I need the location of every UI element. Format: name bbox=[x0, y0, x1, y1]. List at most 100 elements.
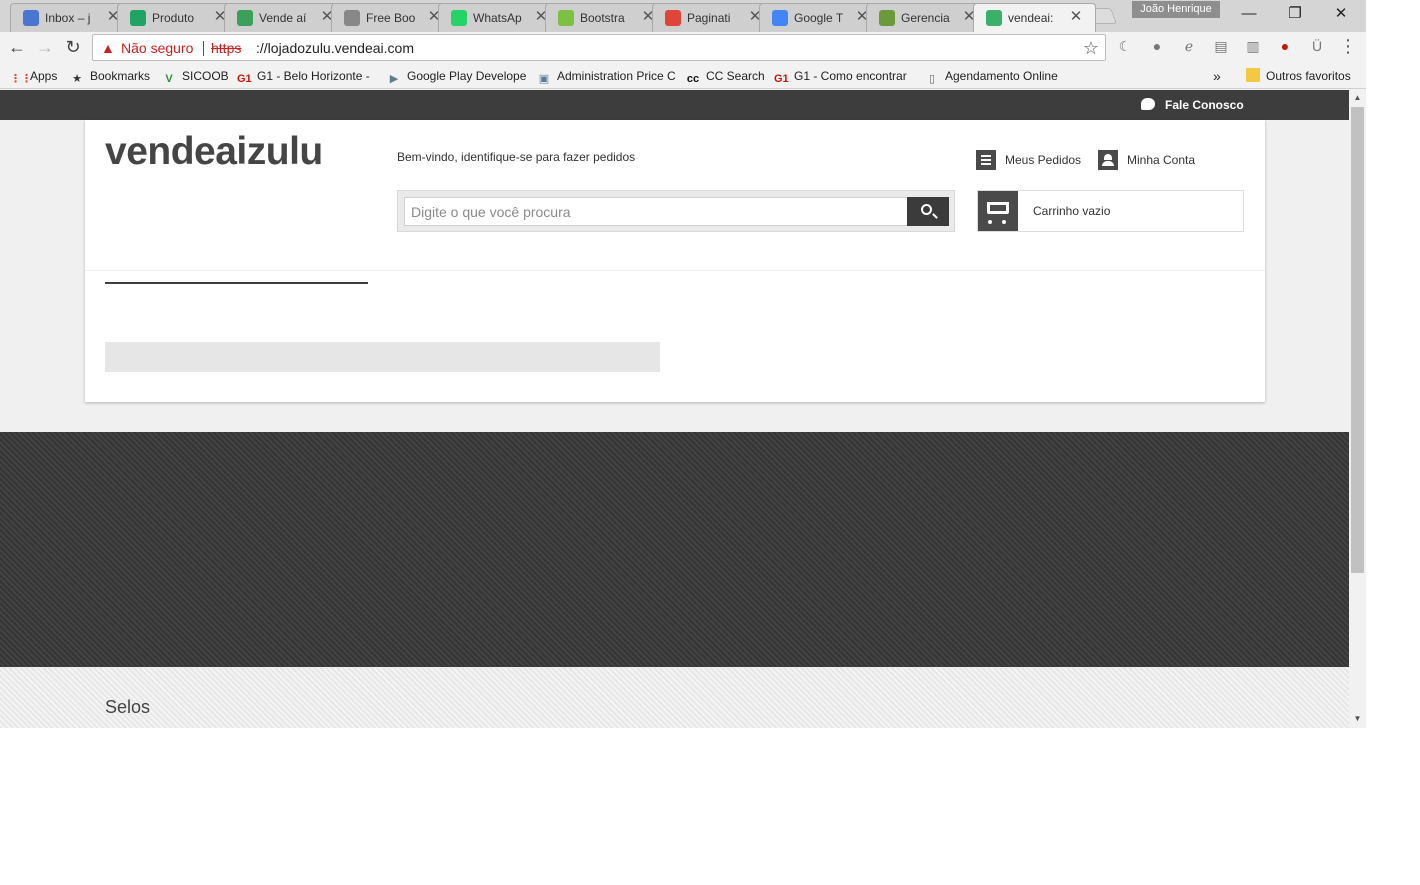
bookmarks-overflow-button[interactable]: » bbox=[1213, 67, 1221, 85]
g1-icon: G1 bbox=[237, 73, 252, 85]
browser-tab[interactable]: WhatsAp ✕ bbox=[438, 3, 561, 32]
bookmark-star-icon[interactable]: ☆ bbox=[1083, 38, 1099, 58]
tab-close-icon[interactable]: ✕ bbox=[1069, 9, 1083, 25]
g1-icon: G1 bbox=[774, 73, 789, 85]
address-bar[interactable]: ▲ Não seguro https ://lojadozulu.vendeai… bbox=[92, 34, 1106, 61]
apps-icon: ⋮⋮ bbox=[10, 73, 32, 85]
contact-link-label: Fale Conosco bbox=[1165, 98, 1244, 112]
browser-tab[interactable]: Paginati ✕ bbox=[652, 3, 775, 32]
folder-icon bbox=[1246, 68, 1260, 82]
bookmark-item[interactable]: ★ Bookmarks bbox=[70, 67, 154, 85]
bookmark-item[interactable]: ▣ Administration Price C bbox=[537, 67, 677, 85]
page-icon bbox=[344, 10, 360, 26]
browser-tab[interactable]: Google T ✕ bbox=[759, 3, 882, 32]
restore-button[interactable]: ❐ bbox=[1272, 2, 1318, 26]
translate-icon bbox=[772, 10, 788, 26]
clip-icon[interactable]: ▤ bbox=[1212, 37, 1230, 55]
browser-tab[interactable]: Produto ✕ bbox=[117, 3, 240, 32]
profile-button[interactable]: João Henrique bbox=[1132, 1, 1220, 18]
browser-tab[interactable]: Vende aí ✕ bbox=[224, 3, 347, 32]
laravel-icon bbox=[665, 10, 681, 26]
tab-title: Gerencia bbox=[901, 11, 950, 25]
forward-button[interactable]: → bbox=[34, 36, 56, 58]
page-icon: ▯ bbox=[928, 73, 936, 85]
umlaut-icon[interactable]: Ü bbox=[1308, 37, 1326, 55]
bookmark-label: Apps bbox=[30, 69, 58, 83]
tab-strip: Inbox – j ✕ Produto ✕ Vende aí ✕ Free Boo ✕ What… bbox=[0, 0, 1366, 32]
contact-link[interactable]: Fale Conosco bbox=[1141, 97, 1244, 113]
browser-tab[interactable]: Free Boo ✕ bbox=[331, 3, 454, 32]
bookmark-label: Google Play Develope bbox=[407, 69, 527, 83]
cart-icon bbox=[978, 191, 1018, 231]
whatsapp-icon bbox=[451, 10, 467, 26]
sheets-icon bbox=[130, 10, 146, 26]
star-icon: ★ bbox=[72, 73, 82, 85]
scroll-up-arrow[interactable]: ▲ bbox=[1349, 90, 1366, 106]
bulb-icon[interactable]: ● bbox=[1148, 37, 1166, 55]
back-button[interactable]: ← bbox=[6, 36, 28, 58]
bookmark-item[interactable]: ⋮⋮Apps bbox=[10, 67, 62, 85]
scroll-thumb[interactable] bbox=[1351, 107, 1364, 573]
tab-title: Free Boo bbox=[366, 11, 416, 25]
orders-list-icon bbox=[976, 150, 996, 170]
my-account-link[interactable]: Minha Conta bbox=[1098, 150, 1195, 170]
search-input[interactable] bbox=[404, 197, 908, 226]
tab-title: Google T bbox=[794, 11, 844, 25]
my-orders-label: Meus Pedidos bbox=[1005, 153, 1082, 167]
bookmarks-bar: ⋮⋮Apps ★ Bookmarks V SICOOB G1 G1 - Belo Horiz… bbox=[0, 62, 1366, 89]
url-text[interactable]: ://lojadozulu.vendeai.com bbox=[256, 40, 414, 57]
bookmark-item[interactable]: G1 G1 - Como encontrar bbox=[774, 67, 916, 85]
tab-title: Bootstra bbox=[580, 11, 625, 25]
bookmark-label: Administration Price C bbox=[557, 69, 676, 83]
bookmark-item[interactable]: cc CC Search bbox=[686, 67, 766, 85]
sicoob-icon: V bbox=[165, 73, 173, 85]
bookmark-item[interactable]: ▯ Agendamento Online bbox=[925, 67, 1075, 85]
welcome-message: Bem-vindo, identifique-se para fazer ped… bbox=[397, 150, 636, 164]
minimize-button[interactable]: — bbox=[1226, 2, 1272, 26]
bookmark-label: Agendamento Online bbox=[945, 69, 1058, 83]
scroll-down-arrow[interactable]: ▼ bbox=[1349, 711, 1366, 727]
footer-dark-section bbox=[0, 432, 1349, 667]
lastpass-icon[interactable]: ● bbox=[1276, 37, 1294, 55]
header-divider bbox=[85, 270, 1265, 271]
browser-tab[interactable]: Bootstra ✕ bbox=[545, 3, 668, 32]
tab-title: vendeai: bbox=[1008, 11, 1054, 25]
bookmark-label: G1 - Como encontrar bbox=[794, 69, 907, 83]
bookmark-label: CC Search bbox=[706, 69, 765, 83]
bookmark-item[interactable]: G1 G1 - Belo Horizonte - bbox=[237, 67, 377, 85]
bookmark-item[interactable]: ▶ Google Play Develope bbox=[387, 67, 529, 85]
admin-icon: ▣ bbox=[538, 73, 550, 85]
tab-title: Vende aí bbox=[259, 11, 307, 25]
store-top-bar: Fale Conosco bbox=[0, 90, 1349, 120]
evernote-icon[interactable]: ℯ bbox=[1180, 37, 1198, 55]
warning-icon: ▲ bbox=[101, 40, 115, 56]
store-header-card: vendeaizulu Bem-vindo, identifique-se pa… bbox=[85, 120, 1265, 402]
search-icon bbox=[921, 204, 932, 215]
page-viewport: Fale Conosco vendeaizulu Bem-vindo, iden… bbox=[0, 90, 1349, 728]
page-scrollbar[interactable]: ▲ ▼ bbox=[1349, 90, 1366, 728]
browser-tab[interactable]: vendeai: ✕ bbox=[973, 3, 1096, 32]
bookmark-item[interactable]: V SICOOB bbox=[162, 67, 230, 85]
search-form bbox=[397, 190, 955, 232]
other-bookmarks-folder[interactable]: Outros favoritos bbox=[1246, 67, 1351, 85]
cart-label: Carrinho vazio bbox=[1033, 204, 1111, 218]
my-orders-link[interactable]: Meus Pedidos bbox=[976, 150, 1081, 170]
chrome-menu-icon[interactable]: ⋮ bbox=[1339, 37, 1357, 55]
reader-icon[interactable]: ▥ bbox=[1244, 37, 1262, 55]
store-logo[interactable]: vendeaizulu bbox=[105, 129, 323, 175]
cart-button[interactable]: Carrinho vazio bbox=[977, 190, 1244, 232]
browser-tab[interactable]: Gerencia ✕ bbox=[866, 3, 989, 32]
tab-title: WhatsAp bbox=[473, 11, 522, 25]
bookmark-label: G1 - Belo Horizonte - bbox=[257, 69, 370, 83]
close-window-button[interactable]: ✕ bbox=[1318, 2, 1364, 26]
search-button[interactable] bbox=[907, 197, 949, 226]
moon-icon[interactable]: ☾ bbox=[1116, 37, 1134, 55]
chat-bubble-icon bbox=[1141, 98, 1155, 110]
not-secure-label[interactable]: Não seguro bbox=[121, 40, 193, 57]
url-scheme: https bbox=[211, 40, 242, 56]
reload-button[interactable]: ↻ bbox=[62, 36, 84, 58]
tab-title: Produto bbox=[152, 11, 195, 25]
other-bookmarks-label: Outros favoritos bbox=[1266, 69, 1351, 83]
cube-icon bbox=[986, 10, 1002, 26]
browser-tab[interactable]: Inbox – j ✕ bbox=[10, 3, 133, 32]
